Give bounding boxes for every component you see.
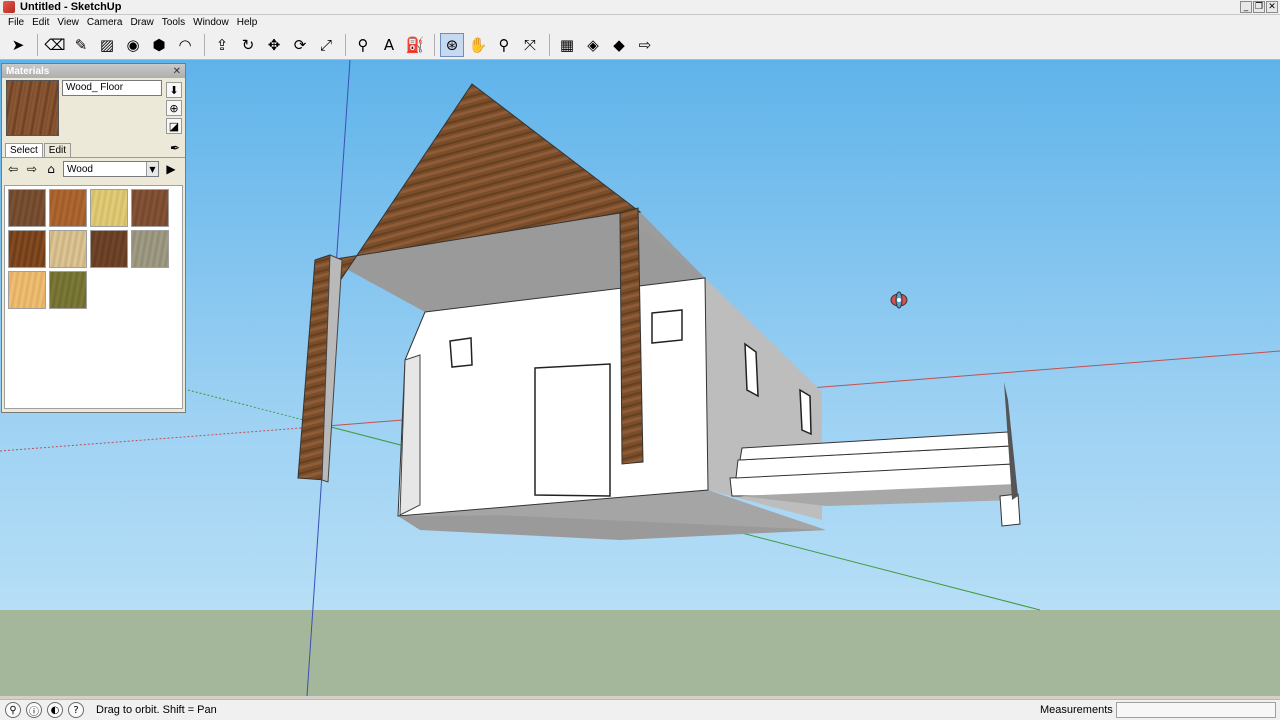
measurements-input[interactable]	[1116, 702, 1276, 718]
status-bar: ⚲ ⓘ ◐ ? Drag to orbit. Shift = Pan Measu…	[0, 699, 1280, 720]
main-toolbar: ➤ ⌫ ✎ ▨ ◉ ⬢ ◠ ⇪ ↻ ✥ ⟳ ⤢ ⚲ A ⛽ ⊛ ✋ ⚲ ⤧ ▦ ◈ ◆ ⇨	[0, 30, 1280, 60]
menu-file[interactable]: File	[4, 17, 28, 28]
push-pull-tool[interactable]: ⇪	[210, 33, 234, 57]
user-icon[interactable]: ◐	[47, 702, 63, 718]
menu-draw[interactable]: Draw	[126, 17, 157, 28]
sketchup-app-icon	[3, 1, 15, 13]
home-icon[interactable]: ⌂	[44, 162, 58, 176]
wood-swatch-4[interactable]	[131, 189, 169, 227]
material-swatch-grid	[4, 185, 183, 409]
title-bar: Untitled - SketchUp _ ❐ ✕	[0, 0, 1280, 15]
credits-icon[interactable]: ⓘ	[26, 702, 42, 718]
window-controls: _ ❐ ✕	[1240, 1, 1278, 13]
geolocation-icon[interactable]: ⚲	[5, 702, 21, 718]
share-model-tool[interactable]: ◆	[607, 33, 631, 57]
create-material-icon[interactable]: ⊕	[166, 100, 182, 116]
pan-tool[interactable]: ✋	[466, 33, 490, 57]
menu-edit[interactable]: Edit	[28, 17, 53, 28]
menu-window[interactable]: Window	[189, 17, 233, 28]
red-axis-negative	[0, 425, 328, 452]
toolbar-separator	[345, 33, 346, 56]
wood-swatch-5[interactable]	[8, 230, 46, 268]
close-icon[interactable]: ✕	[173, 66, 181, 77]
status-hint: Drag to orbit. Shift = Pan	[96, 704, 217, 716]
select-tool[interactable]: ➤	[6, 33, 30, 57]
left-wall-return	[399, 354, 421, 516]
send-to-layout-tool[interactable]: ⇨	[633, 33, 657, 57]
wood-swatch-10[interactable]	[49, 271, 87, 309]
wood-swatch-7[interactable]	[90, 230, 128, 268]
window-side-2	[799, 388, 812, 436]
help-icon[interactable]: ?	[68, 702, 84, 718]
model-scene[interactable]	[0, 60, 1280, 696]
menu-bar: File Edit View Camera Draw Tools Window …	[0, 15, 1280, 30]
warehouse-tool[interactable]: ▦	[555, 33, 579, 57]
collection-dropdown[interactable]: Wood ▼	[63, 161, 159, 177]
eraser-tool[interactable]: ⌫	[43, 33, 67, 57]
close-button[interactable]: ✕	[1266, 1, 1278, 13]
toolbar-separator	[37, 33, 38, 56]
download-icon[interactable]: ⬇	[166, 82, 182, 98]
paint-bucket-tool[interactable]: ⛽	[403, 33, 427, 57]
menu-tools[interactable]: Tools	[158, 17, 189, 28]
zoom-tool[interactable]: ⚲	[492, 33, 516, 57]
window-left	[449, 337, 473, 368]
deck-leg	[999, 493, 1021, 527]
orbit-tool[interactable]: ⊛	[440, 32, 464, 57]
tape-measure-tool[interactable]: ⚲	[351, 33, 375, 57]
collection-value: Wood	[67, 163, 93, 175]
forward-arrow-icon[interactable]: ⇨	[25, 162, 39, 176]
wood-swatch-3[interactable]	[90, 189, 128, 227]
tab-select[interactable]: Select	[5, 143, 43, 157]
front-door	[534, 363, 611, 497]
chevron-down-icon: ▼	[146, 162, 158, 176]
back-arrow-icon[interactable]: ⇦	[6, 162, 20, 176]
rectangle-tool[interactable]: ▨	[95, 33, 119, 57]
wood-swatch-1[interactable]	[8, 189, 46, 227]
text-tool[interactable]: A	[377, 33, 401, 57]
drawing-viewport[interactable]	[0, 60, 1280, 696]
wood-swatch-6[interactable]	[49, 230, 87, 268]
line-tool[interactable]: ✎	[69, 33, 93, 57]
toolbar-separator	[434, 33, 435, 56]
window-title: Untitled - SketchUp	[20, 1, 122, 13]
details-arrow-icon[interactable]: ▶	[164, 162, 178, 176]
orbit-cursor-icon	[890, 291, 908, 309]
menu-camera[interactable]: Camera	[83, 17, 127, 28]
window-right	[651, 309, 683, 344]
wood-swatch-8[interactable]	[131, 230, 169, 268]
zoom-extents-tool[interactable]: ⤧	[518, 33, 542, 57]
menu-view[interactable]: View	[53, 17, 83, 28]
materials-tabs: Select Edit ✒	[2, 140, 185, 158]
toolbar-separator	[549, 33, 550, 56]
materials-panel-title: Materials	[6, 65, 50, 77]
materials-nav: ⇦ ⇨ ⌂ Wood ▼ ▶	[2, 158, 185, 180]
arc-tool[interactable]: ◠	[173, 33, 197, 57]
eyedropper-icon[interactable]: ✒	[170, 141, 180, 155]
wood-swatch-9[interactable]	[8, 271, 46, 309]
move-tool[interactable]: ✥	[262, 33, 286, 57]
components-tool[interactable]: ◈	[581, 33, 605, 57]
window-side-1	[744, 342, 759, 398]
wood-swatch-2[interactable]	[49, 189, 87, 227]
toolbar-separator	[204, 33, 205, 56]
material-preview[interactable]	[6, 80, 59, 136]
menu-help[interactable]: Help	[233, 17, 262, 28]
scale-tool[interactable]: ⤢	[314, 33, 338, 57]
material-name-field[interactable]: Wood_ Floor	[62, 80, 162, 96]
materials-panel-header[interactable]: Materials ✕	[2, 64, 185, 78]
default-material-icon[interactable]: ◪	[166, 118, 182, 134]
measurements-label: Measurements	[1040, 704, 1113, 716]
rotate-tool[interactable]: ⟳	[288, 33, 312, 57]
polygon-tool[interactable]: ⬢	[147, 33, 171, 57]
follow-me-tool[interactable]: ↻	[236, 33, 260, 57]
minimize-button[interactable]: _	[1240, 1, 1252, 13]
circle-tool[interactable]: ◉	[121, 33, 145, 57]
maximize-button[interactable]: ❐	[1253, 1, 1265, 13]
tab-edit[interactable]: Edit	[43, 143, 72, 157]
materials-panel: Materials ✕ Wood_ Floor ⬇ ⊕ ◪ Select Edi…	[1, 63, 186, 413]
